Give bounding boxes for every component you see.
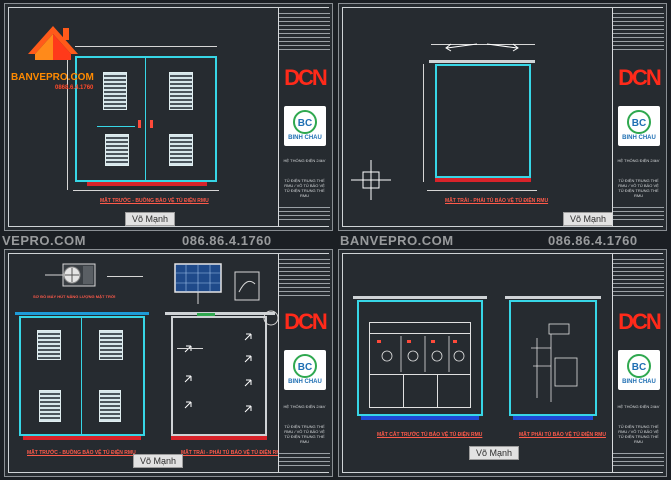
rmu-switch-panel-icon [377,336,465,372]
vent-grill [39,390,61,422]
roof-line [15,312,149,315]
vent-grill [105,134,129,166]
binh-chau-logo: BC BINH CHAU [284,350,326,390]
roof-line [429,60,535,63]
title-block: DCN BC BINH CHAU HỆ THỐNG ĐIỆN 24kV TỦ Đ… [278,254,330,472]
crosshair-icon [351,160,391,200]
binh-chau-logo: BC BINH CHAU [618,106,660,146]
drawing-title: TỦ ĐIỆN TRUNG THẾ RMU / VỎ TỦ BẢO VỆ TỦ … [618,178,659,198]
exhaust-fan-unit-icon [45,263,96,287]
bc-emblem-icon: BC [627,354,651,378]
brand-phone: 0868.6.4.1760 [55,85,94,91]
svg-text:BC: BC [298,362,312,373]
watermark-phone: 086.86.4.1760 [548,233,638,248]
company-logo-dcn: DCN [284,309,328,334]
bc-emblem-icon: BC [293,354,317,378]
drawing-title: TỦ ĐIỆN TRUNG THẾ RMU / VỎ TỦ BẢO VỆ TỦ … [284,424,325,444]
watermark-phone: 086.86.4.1760 [182,233,272,248]
signer-name: Võ Mạnh [469,446,520,460]
company-logo-dcn: DCN [618,309,662,334]
cabinet-base [87,182,207,186]
cabinet-front-outline [75,56,217,182]
drawing-sheet-section[interactable]: MẶT CẮT TRƯỚC TỦ BẢO VỆ TỦ ĐIỆN RMU MẶT … [338,249,667,477]
bc-emblem-icon: BC [627,110,651,134]
vent-grill [169,134,193,166]
cabinet-side-outline [435,64,531,178]
drawing-title: TỦ ĐIỆN TRUNG THẾ RMU / VỎ TỦ BẢO VỆ TỦ … [618,424,659,444]
roof-line [165,312,275,315]
system-label: HỆ THỐNG ĐIỆN 24kV [617,158,660,163]
signer-name: Võ Mạnh [563,212,614,226]
company-name: BINH CHAU [288,135,322,141]
roof-vent [197,313,215,316]
house-roof-logo-icon [28,26,78,60]
title-block: DCN BC BINH CHAU HỆ THỐNG ĐIỆN 24kV TỦ Đ… [612,254,664,472]
cabinet-base [361,416,479,420]
rmu-side-profile-icon [531,323,578,402]
watermark-site: VEPRO.COM [2,233,86,248]
drawing-sheet-side[interactable]: MẶT TRÁI - PHẢI TỦ BẢO VỆ TỦ ĐIỆN RMU Võ… [338,3,667,231]
system-label: HỆ THỐNG ĐIỆN 24kV [283,404,326,409]
airflow-arrows-icon [184,333,252,413]
vent-grill [169,72,193,110]
cabinet-base [435,178,531,182]
solar-label: SƠ ĐỒ MÁY HÚT NĂNG LƯỢNG MẶT TRỜI [33,294,116,299]
door-handle [150,120,153,128]
view-caption: MẶT TRƯỚC - BUỒNG BẢO VỆ TỦ ĐIỆN RMU [27,450,136,456]
title-block: DCN BC BINH CHAU HỆ THỐNG ĐIỆN 24kV TỦ Đ… [278,8,330,226]
company-logo-dcn: DCN [618,65,662,90]
door-handle [138,120,141,128]
cabinet-base [171,436,267,440]
company-logo-dcn: DCN [284,65,328,90]
brand-name: BANVEPRO.COM [11,72,94,83]
binh-chau-logo: BC BINH CHAU [284,106,326,146]
cabinet-base [23,436,141,440]
title-block: DCN BC BINH CHAU HỆ THỐNG ĐIỆN 24kV TỦ Đ… [612,8,664,226]
roof-line [505,296,601,299]
rmu-lower-divider [437,374,438,408]
rmu-top-bar [369,326,471,334]
cabinet-mid-divider [145,58,146,180]
bc-emblem-icon: BC [293,110,317,134]
system-label: HỆ THỐNG ĐIỆN 24kV [617,404,660,409]
svg-text:BC: BC [632,362,646,373]
drawing-sheet-ventilation[interactable]: SƠ ĐỒ MÁY HÚT NĂNG LƯỢNG MẶT TRỜI MẶT TR… [4,249,333,477]
roof-line [353,296,487,299]
rmu-lower-divider [403,374,404,408]
rmu-lower-divider [369,374,471,375]
vent-grill [103,72,127,110]
cabinet-mid-divider [81,318,82,434]
company-name: BINH CHAU [622,379,656,385]
drawing-sheet-front[interactable]: MẶT TRƯỚC - BUỒNG BẢO VỆ TỦ ĐIỆN RMU Võ … [4,3,333,231]
view-caption: MẶT PHẢI TỦ BẢO VỆ TỦ ĐIỆN RMU [519,432,606,438]
fan-detail-icon [234,271,260,301]
wire-line [107,276,143,277]
vent-grill [37,330,61,360]
company-name: BINH CHAU [288,379,322,385]
watermark-site: BANVEPRO.COM [340,233,454,248]
signer-name: Võ Mạnh [125,212,176,226]
svg-text:BC: BC [298,118,312,129]
dimension-line [427,190,537,191]
inner-panel [97,126,135,127]
dimension-line [75,46,217,47]
system-label: HỆ THỐNG ĐIỆN 24kV [283,158,326,163]
vent-grill [99,390,121,422]
view-caption: MẶT TRÁI - PHẢI TỦ BẢO VỆ TỦ ĐIỆN RMU [181,450,285,456]
wire-line [177,348,203,349]
svg-text:BC: BC [632,118,646,129]
solar-panel-icon [174,263,222,304]
view-caption: MẶT CẮT TRƯỚC TỦ BẢO VỆ TỦ ĐIỆN RMU [377,432,483,438]
cabinet-base [513,416,593,420]
company-name: BINH CHAU [622,135,656,141]
vent-grill [99,330,123,360]
view-caption: MẶT TRƯỚC - BUỒNG BẢO VỆ TỦ ĐIỆN RMU [100,198,209,204]
drawing-title: TỦ ĐIỆN TRUNG THẾ RMU / VỎ TỦ BẢO VỆ TỦ … [284,178,325,198]
view-caption: MẶT TRÁI - PHẢI TỦ BẢO VỆ TỦ ĐIỆN RMU [445,198,549,204]
dimension-line [73,190,219,191]
dimension-line [423,64,424,182]
double-arrow-icon [445,43,519,52]
binh-chau-logo: BC BINH CHAU [618,350,660,390]
signer-name: Võ Mạnh [133,454,184,468]
